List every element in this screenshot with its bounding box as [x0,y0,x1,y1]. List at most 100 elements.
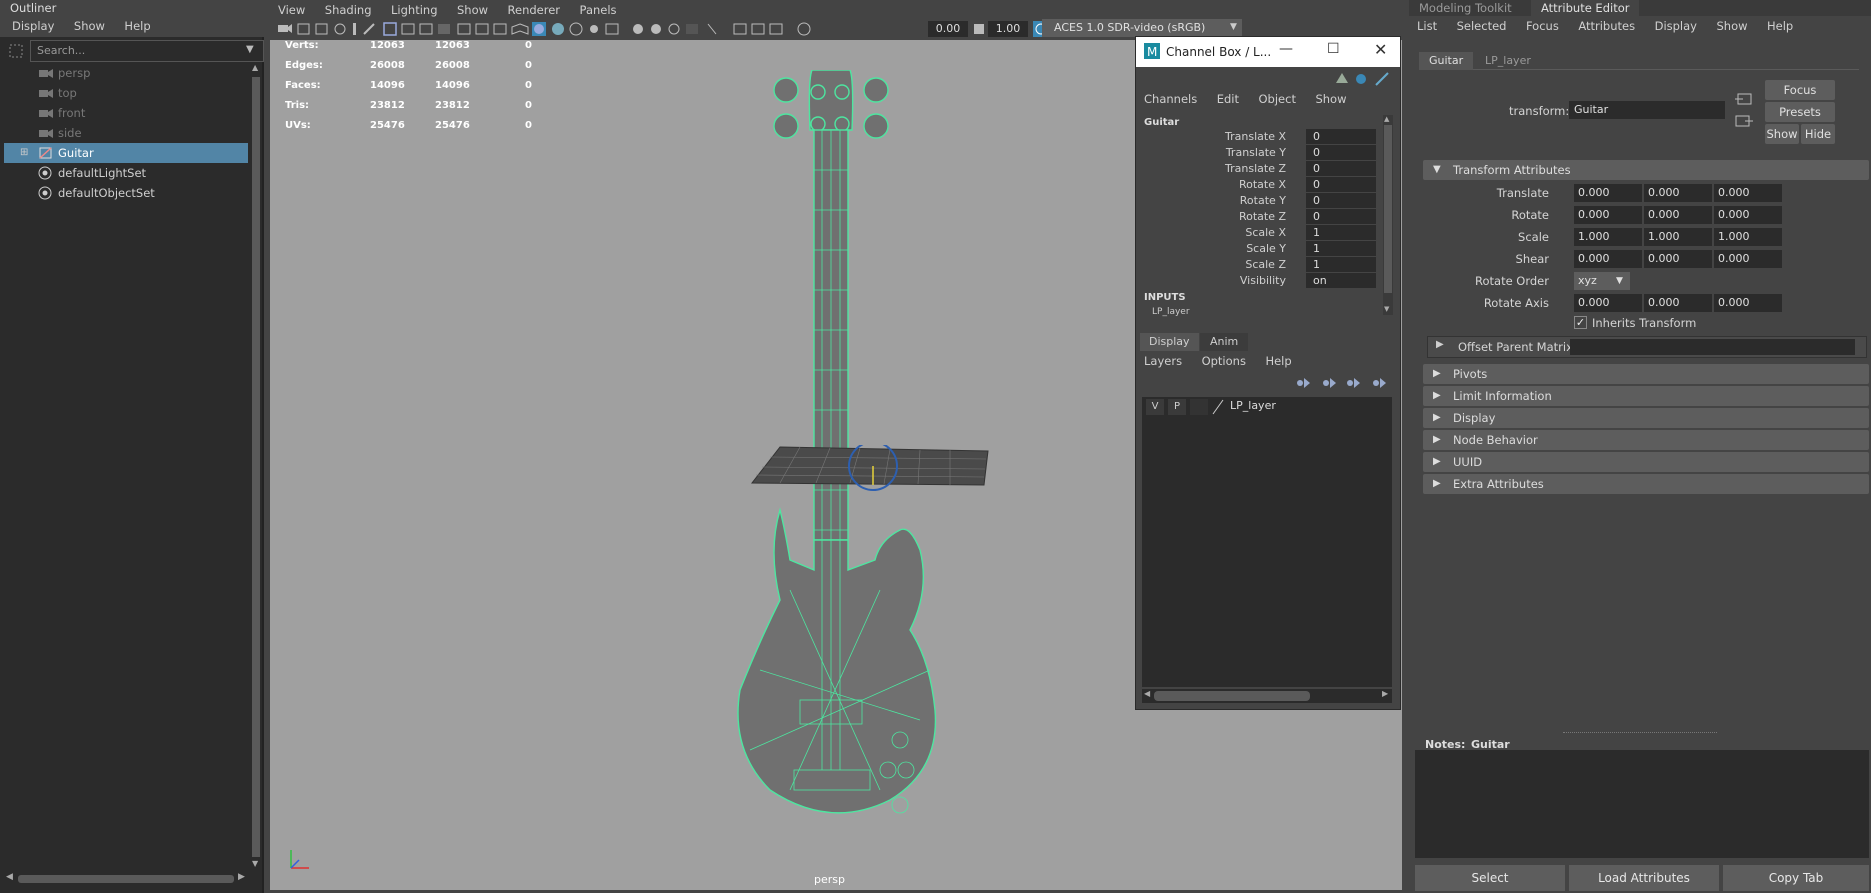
channel-box-scroll-thumb[interactable] [1384,125,1392,293]
rotate-z-field[interactable]: 0.000 [1714,206,1782,224]
gamma-icon[interactable] [972,21,986,40]
select-button[interactable]: Select [1415,865,1565,891]
outliner-item-side[interactable]: side [4,123,248,143]
channel-box-scrollbar[interactable]: ▲ ▼ [1383,115,1393,315]
layer-menu-help[interactable]: Help [1257,351,1299,371]
scale-x-field[interactable]: 1.000 [1574,228,1642,246]
channel-row-translate-y[interactable]: Translate Y 0 [1136,145,1376,161]
section-uuid[interactable]: ▶ UUID [1423,452,1869,472]
layer-type-toggle[interactable] [1190,399,1208,415]
channel-row-rotate-x[interactable]: Rotate X 0 [1136,177,1376,193]
outliner-menu-show[interactable]: Show [66,16,113,36]
outliner-horizontal-scrollbar[interactable]: ◀ ▶ [4,872,250,886]
channel-value[interactable]: 0 [1306,129,1376,144]
shear-y-field[interactable]: 0.000 [1644,250,1712,268]
scroll-down-icon[interactable]: ▼ [1384,305,1389,313]
channel-value[interactable]: on [1306,273,1376,288]
outliner-menu-help[interactable]: Help [116,16,158,36]
viewport-menu-shading[interactable]: Shading [317,0,380,20]
tab-attribute-editor[interactable]: Attribute Editor [1531,0,1640,16]
outliner-menu-display[interactable]: Display [4,16,62,36]
outliner-vscroll-thumb[interactable] [252,77,260,857]
ae-menu-display[interactable]: Display [1647,16,1705,36]
show-button[interactable]: Show [1765,124,1799,144]
exposure-field[interactable]: 0.00 [928,21,968,37]
copy-tab-button[interactable]: Copy Tab [1723,865,1869,891]
scroll-left-icon[interactable]: ◀ [6,872,13,882]
section-node-behavior[interactable]: ▶ Node Behavior [1423,430,1869,450]
layer-menu-options[interactable]: Options [1194,351,1254,371]
color-space-chevron-icon[interactable]: ▼ [1230,22,1237,32]
layer-visibility-toggle[interactable]: V [1146,399,1164,415]
layer-color-icon[interactable] [1212,399,1224,418]
layer-list-hscrollbar[interactable]: ◀ ▶ [1142,689,1392,703]
rotate-y-field[interactable]: 0.000 [1644,206,1712,224]
scroll-right-icon[interactable]: ▶ [1382,689,1388,698]
channel-value[interactable]: 1 [1306,257,1376,272]
scroll-up-icon[interactable]: ▲ [1384,115,1389,123]
viewport-toolbar-icons[interactable] [276,21,836,37]
shear-x-field[interactable]: 0.000 [1574,250,1642,268]
rotate-order-dropdown[interactable]: xyz ▼ [1574,272,1630,290]
channel-row-translate-x[interactable]: Translate X 0 [1136,129,1376,145]
ae-menu-selected[interactable]: Selected [1449,16,1515,36]
viewport-menu-panels[interactable]: Panels [572,0,625,20]
outliner-vertical-scrollbar[interactable]: ▲ ▼ [250,63,262,871]
cb-menu-channels[interactable]: Channels [1136,89,1205,109]
tab-modeling-toolkit[interactable]: Modeling Toolkit [1419,0,1512,16]
presets-button[interactable]: Presets [1765,102,1835,122]
scale-y-field[interactable]: 1.000 [1644,228,1712,246]
layer-row-lp-layer[interactable]: V P LP_layer [1142,397,1392,417]
channel-value[interactable]: 1 [1306,241,1376,256]
color-space-dropdown[interactable]: ACES 1.0 SDR-video (sRGB) [1042,19,1242,37]
channel-box-toolbar-icons[interactable] [1336,71,1396,87]
rotate-axis-x-field[interactable]: 0.000 [1574,294,1642,312]
ae-menu-show[interactable]: Show [1708,16,1755,36]
tab-anim[interactable]: Anim [1200,333,1249,351]
channel-row-scale-x[interactable]: Scale X 1 [1136,225,1376,241]
notes-resize-handle[interactable] [1563,732,1717,733]
scroll-right-icon[interactable]: ▶ [238,872,245,882]
focus-output-icon[interactable] [1735,114,1753,131]
search-dropdown-icon[interactable]: ▼ [246,44,254,55]
offset-parent-matrix-field[interactable] [1570,339,1855,355]
rotate-x-field[interactable]: 0.000 [1574,206,1642,224]
maximize-icon[interactable]: ☐ [1327,41,1340,57]
rotate-axis-z-field[interactable]: 0.000 [1714,294,1782,312]
section-extra-attributes[interactable]: ▶ Extra Attributes [1423,474,1869,494]
channel-value[interactable]: 0 [1306,145,1376,160]
layer-playback-toggle[interactable]: P [1168,399,1186,415]
close-icon[interactable]: ✕ [1374,40,1387,59]
outliner-search-input[interactable]: Search... [30,40,264,62]
channel-value[interactable]: 1 [1306,225,1376,240]
viewport-menu-view[interactable]: View [270,0,313,20]
minimize-icon[interactable]: — [1279,41,1293,57]
channel-value[interactable]: 0 [1306,209,1376,224]
gamma-field[interactable]: 1.00 [988,21,1028,37]
outliner-item-front[interactable]: front [4,103,248,123]
scroll-left-icon[interactable]: ◀ [1144,689,1150,698]
section-pivots[interactable]: ▶ Pivots [1423,364,1869,384]
section-transform-attributes[interactable]: ▼ Transform Attributes [1423,160,1869,180]
shear-z-field[interactable]: 0.000 [1714,250,1782,268]
viewport-menu-renderer[interactable]: Renderer [500,0,569,20]
translate-x-field[interactable]: 0.000 [1574,184,1642,202]
scroll-up-icon[interactable]: ▲ [252,63,258,72]
outliner-filter-icon[interactable] [8,43,24,59]
channel-row-scale-z[interactable]: Scale Z 1 [1136,257,1376,273]
inputs-item[interactable]: LP_layer [1152,307,1190,317]
inherits-transform-checkbox[interactable]: ✓ [1574,316,1587,329]
ae-menu-help[interactable]: Help [1759,16,1801,36]
channel-row-visibility[interactable]: Visibility on [1136,273,1376,289]
ae-menu-attributes[interactable]: Attributes [1570,16,1643,36]
viewport-menu-show[interactable]: Show [449,0,496,20]
channel-row-scale-y[interactable]: Scale Y 1 [1136,241,1376,257]
notes-textarea[interactable] [1415,750,1869,858]
channel-row-translate-z[interactable]: Translate Z 0 [1136,161,1376,177]
grid-plane-mesh[interactable] [750,445,990,495]
section-limit-information[interactable]: ▶ Limit Information [1423,386,1869,406]
outliner-item-defaultlightset[interactable]: defaultLightSet [4,163,248,183]
translate-y-field[interactable]: 0.000 [1644,184,1712,202]
channel-row-rotate-z[interactable]: Rotate Z 0 [1136,209,1376,225]
transform-name-field[interactable]: Guitar [1569,101,1725,119]
